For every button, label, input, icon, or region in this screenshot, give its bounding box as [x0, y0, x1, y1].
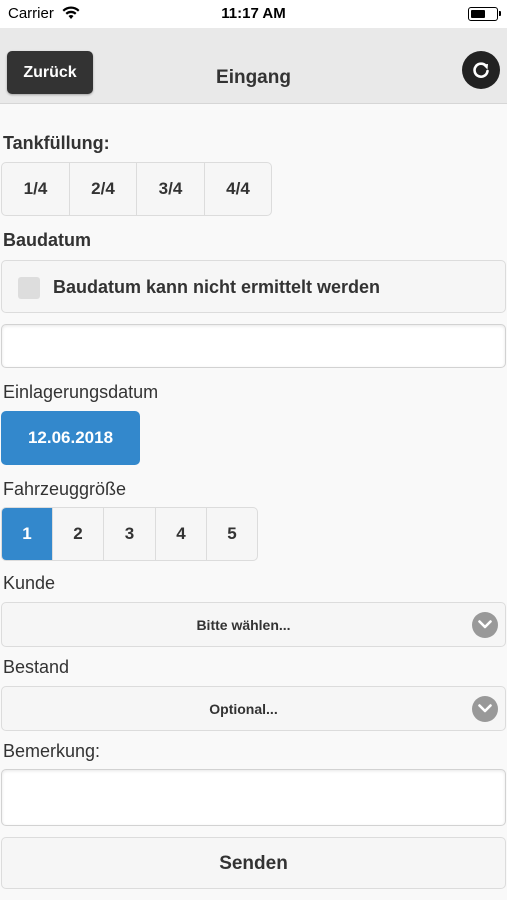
baudatum-unknown-checkbox-row[interactable]: Baudatum kann nicht ermittelt werden: [1, 260, 506, 313]
bestand-label: Bestand: [3, 657, 70, 677]
fahrzeug-option-1[interactable]: 1: [2, 508, 53, 560]
einlagerung-label: Einlagerungsdatum: [3, 382, 159, 402]
tank-segmented-control: 1/4 2/4 3/4 4/4: [1, 162, 272, 216]
baudatum-unknown-label: Baudatum kann nicht ermittelt werden: [53, 277, 381, 297]
fahrzeug-label: Fahrzeuggröße: [3, 479, 127, 499]
chevron-down-icon: [472, 612, 498, 638]
header-bar: Zurück Eingang: [0, 28, 507, 104]
tank-label: Tankfüllung:: [3, 133, 110, 153]
kunde-select[interactable]: Bitte wählen...: [1, 602, 506, 647]
chevron-down-icon: [472, 696, 498, 722]
tank-option-1-4[interactable]: 1/4: [2, 163, 70, 215]
bestand-select-value: Optional...: [209, 701, 278, 717]
baudatum-unknown-checkbox[interactable]: [18, 277, 40, 299]
send-button[interactable]: Senden: [1, 837, 506, 889]
clock: 11:17 AM: [221, 5, 286, 22]
tank-option-3-4[interactable]: 3/4: [137, 163, 205, 215]
tank-option-4-4[interactable]: 4/4: [205, 163, 271, 215]
page-title: Eingang: [216, 67, 291, 88]
fahrzeug-option-4[interactable]: 4: [156, 508, 207, 560]
refresh-button[interactable]: [462, 51, 500, 89]
refresh-icon: [473, 62, 489, 78]
fahrzeug-option-3[interactable]: 3: [104, 508, 156, 560]
bemerkung-label: Bemerkung:: [3, 741, 101, 761]
fahrzeug-option-2[interactable]: 2: [53, 508, 104, 560]
einlagerung-date-button[interactable]: 12.06.2018: [1, 411, 140, 465]
baudatum-input[interactable]: [1, 324, 506, 368]
bemerkung-input[interactable]: [1, 769, 506, 826]
baudatum-label: Baudatum: [3, 230, 92, 250]
tank-option-2-4[interactable]: 2/4: [70, 163, 137, 215]
kunde-label: Kunde: [3, 573, 56, 593]
battery-icon: [468, 7, 501, 21]
kunde-select-value: Bitte wählen...: [196, 617, 291, 633]
bestand-select[interactable]: Optional...: [1, 686, 506, 731]
fahrzeug-segmented-control: 1 2 3 4 5: [1, 507, 258, 561]
status-bar: Carrier 11:17 AM: [0, 0, 507, 28]
fahrzeug-option-5[interactable]: 5: [207, 508, 257, 560]
